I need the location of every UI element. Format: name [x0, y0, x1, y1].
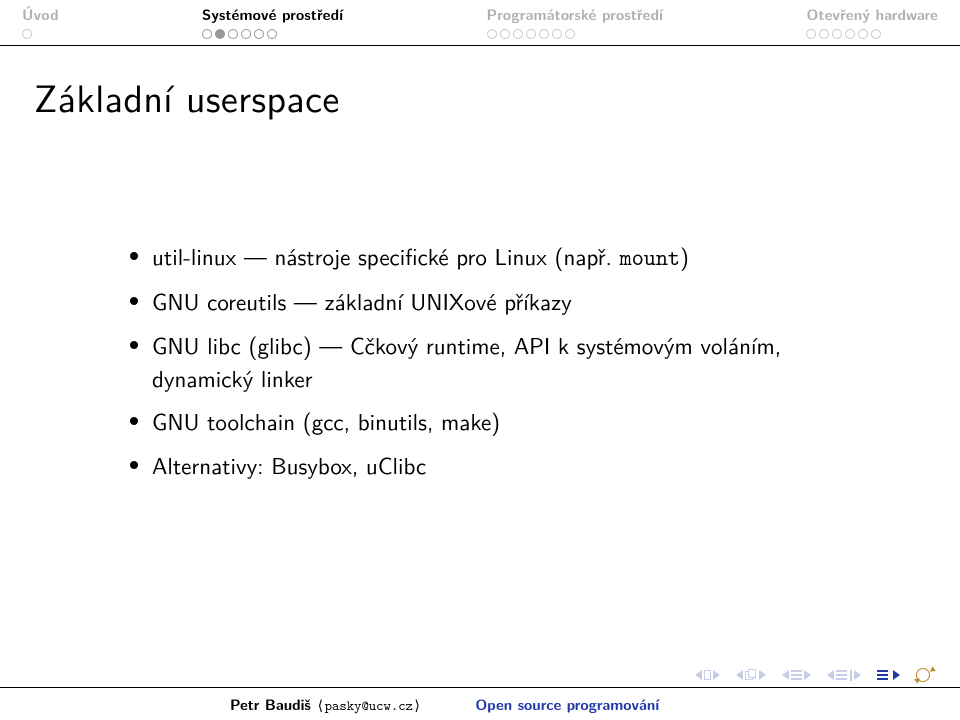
nav-dots — [202, 29, 277, 39]
bullet-icon — [130, 252, 138, 260]
progress-dot-icon — [806, 29, 816, 39]
beamer-nav-symbols — [695, 668, 934, 682]
progress-dot-icon — [552, 29, 562, 39]
bullet-icon — [130, 341, 138, 349]
content-body: util-linux — nástroje specifické pro Lin… — [130, 240, 880, 492]
nav-dots — [487, 29, 575, 39]
nav-sec-hardware[interactable]: Otevřený hardware — [806, 4, 938, 39]
slide: Úvod Systémové prostředí Programátorské … — [0, 0, 960, 720]
item-text: GNU coreutils — základní UNIXové příkazy — [152, 285, 880, 318]
nav-sec-uvod[interactable]: Úvod — [22, 4, 59, 39]
footer-row: Petr Baudiš ⟨pasky@ucw.cz⟩ Open source p… — [0, 688, 960, 720]
nav-dots — [22, 29, 32, 39]
progress-dot-icon — [500, 29, 510, 39]
progress-dot-icon — [228, 29, 238, 39]
progress-dot-current-icon — [215, 29, 225, 39]
progress-dot-icon — [22, 29, 32, 39]
nav-dots — [806, 29, 881, 39]
nav-prev-slide-icon[interactable] — [695, 670, 720, 680]
nav-prev-subsection-icon[interactable] — [827, 670, 861, 681]
progress-dot-icon — [845, 29, 855, 39]
list-item: GNU coreutils — základní UNIXové příkazy — [130, 285, 880, 318]
nav-circular-icon[interactable] — [916, 668, 934, 682]
progress-dot-icon — [487, 29, 497, 39]
footer-author: Petr Baudiš ⟨pasky@ucw.cz⟩ — [230, 694, 421, 715]
progress-dot-icon — [539, 29, 549, 39]
nav-sec-systemove[interactable]: Systémové prostředí — [202, 4, 343, 39]
list-item: GNU toolchain (gcc, binutils, make) — [130, 405, 880, 438]
list-item: util-linux — nástroje specifické pro Lin… — [130, 240, 880, 275]
progress-dot-icon — [267, 29, 277, 39]
progress-dot-icon — [513, 29, 523, 39]
item-text: Alternativy: Busybox, uClibc — [152, 449, 880, 482]
list-item: GNU libc (glibc) — Cčkový runtime, API k… — [130, 329, 880, 396]
nav-label: Otevřený hardware — [806, 4, 938, 25]
progress-dot-icon — [832, 29, 842, 39]
bullet-icon — [130, 417, 138, 425]
text-run: util-linux — nástroje specifické pro Lin… — [152, 239, 620, 273]
item-text: util-linux — nástroje specifické pro Lin… — [152, 240, 880, 275]
progress-dot-icon — [241, 29, 251, 39]
nav-label: Programátorské prostředí — [487, 4, 664, 25]
progress-dot-icon — [202, 29, 212, 39]
progress-dot-icon — [858, 29, 868, 39]
author-name: Petr Baudiš — [230, 694, 316, 715]
header: Úvod Systémové prostředí Programátorské … — [0, 0, 960, 46]
nav-prev-frame-icon[interactable] — [736, 669, 766, 681]
section-nav: Úvod Systémové prostředí Programátorské … — [0, 0, 960, 39]
item-text: GNU libc (glibc) — Cčkový runtime, API k… — [152, 329, 880, 396]
frame-title: Základní userspace — [0, 46, 960, 124]
mono-text: mount — [620, 243, 680, 273]
text-run: ) — [680, 239, 689, 273]
progress-dot-icon — [871, 29, 881, 39]
footer-title: Open source programování — [475, 694, 659, 715]
nav-prev-section-icon[interactable] — [782, 670, 811, 680]
nav-doc-icon[interactable] — [877, 670, 900, 680]
bullet-icon — [130, 461, 138, 469]
progress-dot-icon — [565, 29, 575, 39]
nav-sec-programatorske[interactable]: Programátorské prostředí — [487, 4, 664, 39]
progress-dot-icon — [254, 29, 264, 39]
footer: Petr Baudiš ⟨pasky@ucw.cz⟩ Open source p… — [0, 687, 960, 720]
progress-dot-icon — [819, 29, 829, 39]
author-email: ⟨pasky@ucw.cz⟩ — [316, 697, 421, 715]
nav-label: Systémové prostředí — [202, 4, 343, 25]
bullet-icon — [130, 297, 138, 305]
progress-dot-icon — [526, 29, 536, 39]
nav-label: Úvod — [22, 4, 59, 25]
item-text: GNU toolchain (gcc, binutils, make) — [152, 405, 880, 438]
list-item: Alternativy: Busybox, uClibc — [130, 449, 880, 482]
